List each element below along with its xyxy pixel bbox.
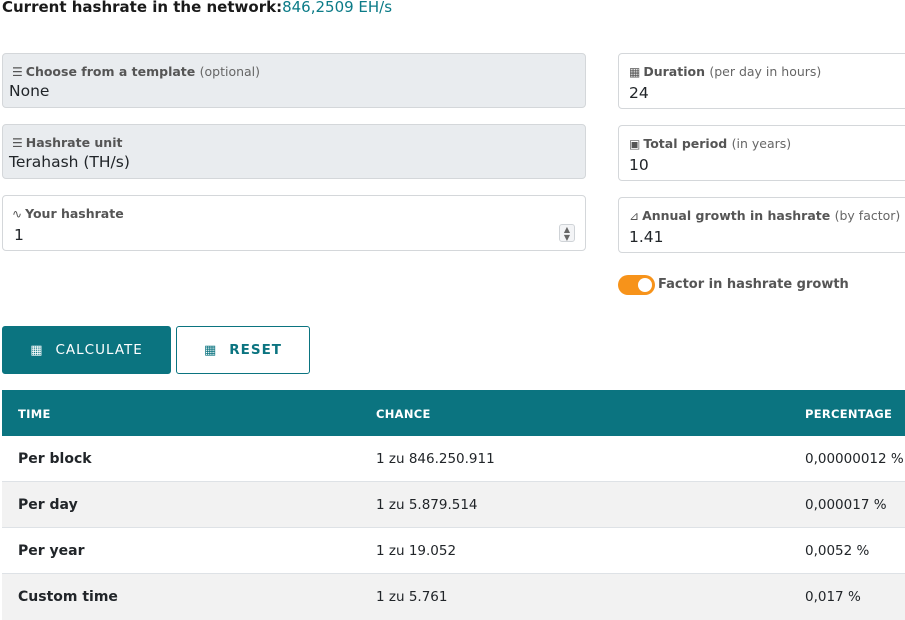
row-time: Custom time: [18, 589, 118, 605]
results-table-header: TIME CHANCE PERCENTAGE: [2, 390, 905, 436]
row-percentage: 0,000017 %: [805, 497, 887, 513]
hashrate-label: Your hashrate: [25, 206, 124, 221]
network-hashrate-value: 846,2509 EH/s: [282, 0, 393, 16]
network-hashrate: Current hashrate in the network:846,2509…: [2, 0, 392, 16]
growth-label: Annual growth in hashrate: [642, 208, 831, 223]
growth-toggle-label: Factor in hashrate growth: [658, 277, 849, 292]
row-percentage: 0,00000012 %: [805, 451, 904, 467]
growth-value: 1.41: [629, 228, 664, 246]
period-input[interactable]: ▣ Total period (in years) 10: [618, 125, 905, 181]
hashrate-value: 1: [14, 226, 24, 244]
row-chance: 1 zu 846.250.911: [376, 451, 495, 467]
list-icon: ☰: [12, 136, 23, 150]
template-label: Choose from a template: [25, 64, 196, 79]
network-hashrate-label: Current hashrate in the network:: [2, 0, 283, 16]
row-time: Per block: [18, 451, 92, 467]
table-row: Per block 1 zu 846.250.911 0,00000012 %: [2, 436, 905, 482]
reset-label: RESET: [229, 342, 283, 358]
column-header-chance: CHANCE: [376, 407, 431, 421]
number-stepper[interactable]: ▲ ▼: [559, 224, 575, 242]
table-row: Per day 1 zu 5.879.514 0,000017 %: [2, 482, 905, 528]
template-value: None: [9, 82, 50, 100]
row-chance: 1 zu 5.879.514: [376, 497, 478, 513]
period-label: Total period: [643, 136, 728, 151]
row-time: Per year: [18, 543, 85, 559]
table-row: Custom time 1 zu 5.761 0,017 %: [2, 574, 905, 620]
calculate-button[interactable]: ▦ CALCULATE: [2, 326, 171, 374]
list-icon: ☰: [12, 65, 23, 79]
row-time: Per day: [18, 497, 78, 513]
calculator-icon: ▦: [30, 342, 44, 358]
reset-button[interactable]: ▦ RESET: [176, 326, 310, 374]
period-value: 10: [629, 156, 649, 174]
hashrate-input[interactable]: ∿ Your hashrate 1 ▲ ▼: [2, 195, 586, 251]
calendar-icon: ▣: [629, 137, 641, 151]
row-chance: 1 zu 5.761: [376, 589, 448, 605]
row-percentage: 0,017 %: [805, 589, 861, 605]
hashrate-unit-select[interactable]: ☰ Hashrate unit Terahash (TH/s): [2, 124, 586, 179]
template-select[interactable]: ☰ Choose from a template (optional) None: [2, 53, 586, 108]
column-header-percentage: PERCENTAGE: [805, 407, 893, 421]
duration-label: Duration: [643, 64, 705, 79]
calculator-icon: ▦: [203, 342, 218, 358]
growth-input[interactable]: ⊿ Annual growth in hashrate (by factor) 1…: [618, 197, 905, 253]
growth-hint: (by factor): [834, 208, 901, 223]
row-chance: 1 zu 19.052: [376, 543, 457, 559]
row-percentage: 0,0052 %: [805, 543, 870, 559]
duration-value: 24: [629, 84, 649, 102]
unit-label: Hashrate unit: [25, 135, 123, 150]
growth-toggle[interactable]: [618, 275, 655, 295]
table-row: Per year 1 zu 19.052 0,0052 %: [2, 528, 905, 574]
calculate-label: CALCULATE: [55, 342, 143, 358]
duration-hint: (per day in hours): [709, 64, 822, 79]
column-header-time: TIME: [18, 407, 51, 421]
template-hint: (optional): [199, 64, 261, 79]
calculator-icon: ▦: [629, 65, 641, 79]
unit-value: Terahash (TH/s): [9, 153, 130, 171]
pulse-icon: ∿: [12, 207, 23, 221]
duration-input[interactable]: ▦ Duration (per day in hours) 24: [618, 53, 905, 109]
toggle-knob: [638, 278, 652, 292]
chart-icon: ⊿: [629, 209, 640, 223]
period-hint: (in years): [731, 136, 792, 151]
